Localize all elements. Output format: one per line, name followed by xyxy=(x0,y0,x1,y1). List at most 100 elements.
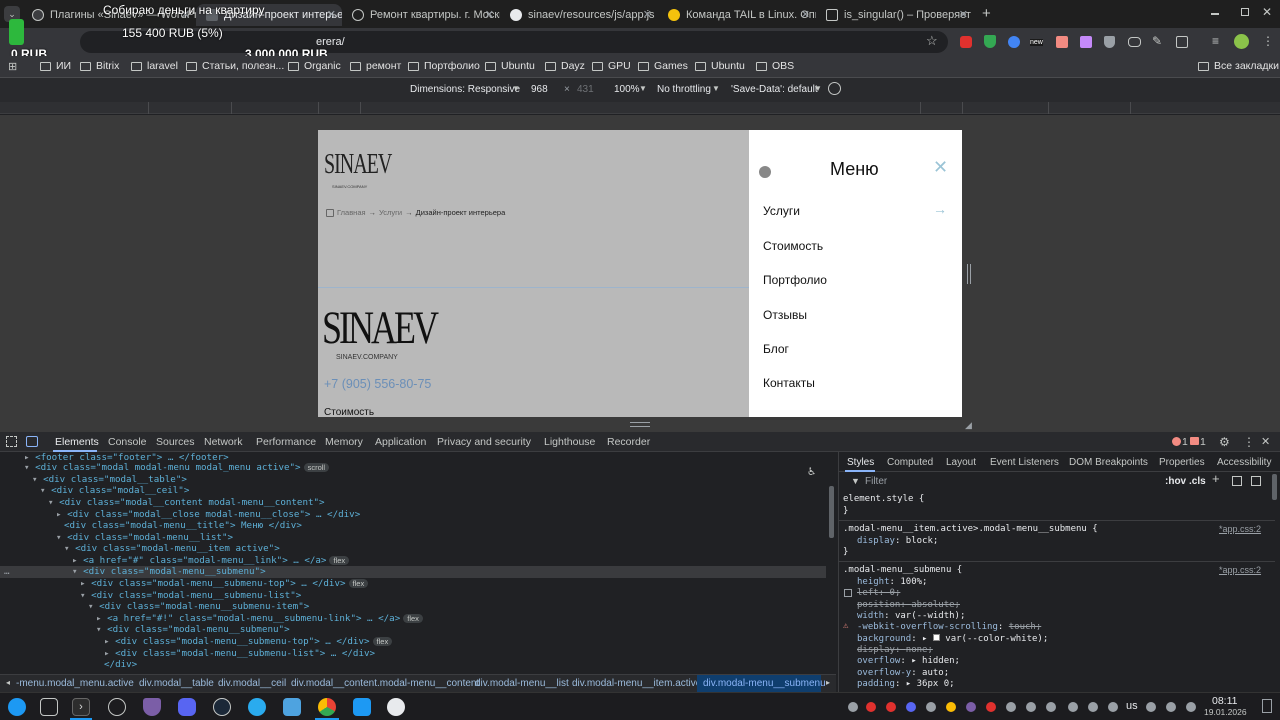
tray-icon[interactable] xyxy=(1068,702,1078,712)
crumb[interactable]: div.modal-menu__list xyxy=(475,678,569,689)
bookmark-folder[interactable]: Organic xyxy=(288,60,341,72)
maximize-button[interactable] xyxy=(1241,8,1249,16)
devtools-tab-elements[interactable]: Elements xyxy=(55,436,99,448)
dimensions-select[interactable]: Dimensions: Responsive xyxy=(410,84,520,95)
toggle-styles-icon[interactable] xyxy=(1232,476,1242,486)
dom-node[interactable]: ▾ <div class="modal-menu__submenu"> xyxy=(96,624,290,636)
apps-grid-icon[interactable]: ⊞ xyxy=(8,60,17,73)
tray-icon[interactable] xyxy=(1006,702,1016,712)
dom-node[interactable]: ▾ <div class="modal-menu__item active"> xyxy=(64,543,280,555)
bookmark-folder[interactable]: Ubuntu xyxy=(695,60,745,72)
tray-icon[interactable] xyxy=(1108,702,1118,712)
devtools-tab-console[interactable]: Console xyxy=(108,436,147,448)
telegram-icon[interactable] xyxy=(248,698,266,716)
extension-purple-icon[interactable] xyxy=(1080,36,1092,48)
site-logo-small[interactable]: SINAEV xyxy=(324,149,392,181)
tab-is-singular[interactable]: is_singular() – Проверяет ✕ xyxy=(816,4,974,26)
chrome-icon[interactable] xyxy=(318,698,336,716)
style-property[interactable]: overflow-y: auto; xyxy=(857,668,949,679)
bookmark-folder[interactable]: Dayz xyxy=(545,60,585,72)
gamepad-icon[interactable] xyxy=(1128,37,1141,47)
menu-dots-icon[interactable]: ⋮ xyxy=(1262,34,1274,48)
puzzle-icon[interactable] xyxy=(1176,36,1188,48)
menu-item-reviews[interactable]: Отзывы xyxy=(763,308,807,322)
styles-filter-input[interactable]: Filter xyxy=(865,476,887,487)
bookmark-folder[interactable]: Портфолио xyxy=(408,60,480,72)
close-icon[interactable]: ✕ xyxy=(643,8,652,21)
warning-count[interactable]: 1 xyxy=(1200,436,1206,448)
dom-node[interactable]: ▸ <a href="#" class="modal-menu__link"> … xyxy=(72,555,350,567)
rule2-source[interactable]: *app.css:2 xyxy=(1219,565,1261,576)
dom-node[interactable]: ▸ <a href="#!" class="modal-menu__submen… xyxy=(96,613,423,625)
rule1-source[interactable]: *app.css:2 xyxy=(1219,524,1261,535)
sidebar-icon[interactable] xyxy=(1251,476,1261,486)
subtab-computed[interactable]: Computed xyxy=(887,457,933,468)
subtab-accessibility[interactable]: Accessibility xyxy=(1217,457,1271,468)
close-icon[interactable]: ✕ xyxy=(933,157,948,178)
devtools-tab-memory[interactable]: Memory xyxy=(325,436,363,448)
tab-tail[interactable]: Команда TAIL в Linux. Опи ✕ xyxy=(658,4,816,26)
arrow-right-icon[interactable]: → xyxy=(933,201,947,217)
dom-node[interactable]: ▾ <div class="modal modal-menu modal_men… xyxy=(24,462,330,474)
subtab-layout[interactable]: Layout xyxy=(946,457,976,468)
dom-node[interactable]: </div> xyxy=(104,659,137,671)
menu-item-price[interactable]: Стоимость xyxy=(763,239,823,253)
shield-icon[interactable] xyxy=(984,35,996,48)
dom-node-selected[interactable]: … xyxy=(4,566,10,578)
gear-icon[interactable]: ⚙ xyxy=(1219,435,1230,449)
editor-icon[interactable] xyxy=(353,698,371,716)
inspect-icon[interactable] xyxy=(6,436,17,447)
height-input[interactable]: 431 xyxy=(577,84,594,95)
close-devtools-icon[interactable]: ✕ xyxy=(1261,435,1270,448)
add-rule-icon[interactable]: + xyxy=(1212,472,1220,485)
resize-handle-right[interactable] xyxy=(967,264,971,284)
dom-node[interactable]: ▾ <div class="modal-menu__submenu-list"> xyxy=(80,590,301,602)
arc-icon[interactable] xyxy=(143,698,161,716)
tray-icon[interactable] xyxy=(1026,702,1036,712)
devtools-tab-performance[interactable]: Performance xyxy=(256,436,316,448)
style-property-overridden[interactable]: left: 0; xyxy=(857,588,900,599)
dom-node[interactable]: ▸ <div class="modal-menu__submenu-list">… xyxy=(104,648,375,660)
close-icon[interactable]: ✕ xyxy=(485,8,494,21)
footer-link[interactable]: Стоимость xyxy=(324,407,374,417)
zoom-select[interactable]: 100% xyxy=(614,84,640,95)
dom-node[interactable]: ▸ <div class="modal-menu__submenu-top"> … xyxy=(104,636,393,648)
throttle-select[interactable]: No throttling xyxy=(657,84,711,95)
dom-node[interactable]: ▸ <div class="modal-menu__submenu-top"> … xyxy=(80,578,369,590)
tray-icon[interactable] xyxy=(1088,702,1098,712)
resize-handle-corner[interactable]: ◢ xyxy=(965,420,972,431)
translate-icon[interactable] xyxy=(1056,36,1068,48)
dom-node[interactable]: ▾ <div class="modal__content modal-menu_… xyxy=(48,497,325,509)
resize-handle-bottom[interactable] xyxy=(630,422,650,427)
terminal-icon[interactable]: › xyxy=(72,698,90,716)
rotate-icon[interactable] xyxy=(828,82,841,95)
scroll-left-icon[interactable]: ◂ xyxy=(6,678,10,687)
width-input[interactable]: 968 xyxy=(531,84,548,95)
minimize-button[interactable] xyxy=(1211,13,1219,15)
app-circle-icon[interactable] xyxy=(108,698,126,716)
tab-github[interactable]: sinaev/resources/js/app.js ✕ xyxy=(500,4,658,26)
menu-item-blog[interactable]: Блог xyxy=(763,342,789,356)
hov-toggle[interactable]: :hov xyxy=(1165,476,1186,487)
dom-node[interactable]: ▾ <div class="modal__table"> xyxy=(32,474,187,486)
devtools-tab-lighthouse[interactable]: Lighthouse xyxy=(544,436,595,448)
bookmark-folder[interactable]: OBS xyxy=(756,60,794,72)
crumb[interactable]: div.modal__ceil xyxy=(218,678,286,689)
styles-scrollbar[interactable] xyxy=(1272,474,1277,500)
bookmark-folder[interactable]: laravel xyxy=(131,60,178,72)
dom-node[interactable]: ▾ <div class="modal-menu__submenu-item"> xyxy=(88,601,309,613)
dom-tree[interactable]: ▸ <footer class="footer"> … </footer> ▾ … xyxy=(0,452,836,674)
menu-item-contacts[interactable]: Контакты xyxy=(763,376,815,390)
show-desktop-button[interactable] xyxy=(1262,699,1272,713)
tray-icon[interactable] xyxy=(886,702,896,712)
dom-node-selected[interactable]: ▾ <div class="modal-menu__submenu"> xyxy=(72,566,266,578)
close-icon[interactable]: ✕ xyxy=(801,8,810,21)
scroll-right-icon[interactable]: ▸ xyxy=(826,678,830,687)
breadcrumb-link[interactable]: Услуги xyxy=(379,208,402,217)
subtab-dom-breakpoints[interactable]: DOM Breakpoints xyxy=(1069,457,1148,468)
subtab-properties[interactable]: Properties xyxy=(1159,457,1205,468)
bookmark-folder[interactable]: Статьи, полезн... xyxy=(186,60,284,72)
bookmark-folder[interactable]: GPU xyxy=(592,60,631,72)
tab-renovation[interactable]: Ремонт квартиры. г. Москва ✕ xyxy=(342,4,500,26)
style-property-overridden[interactable]: display: none; xyxy=(857,645,933,656)
